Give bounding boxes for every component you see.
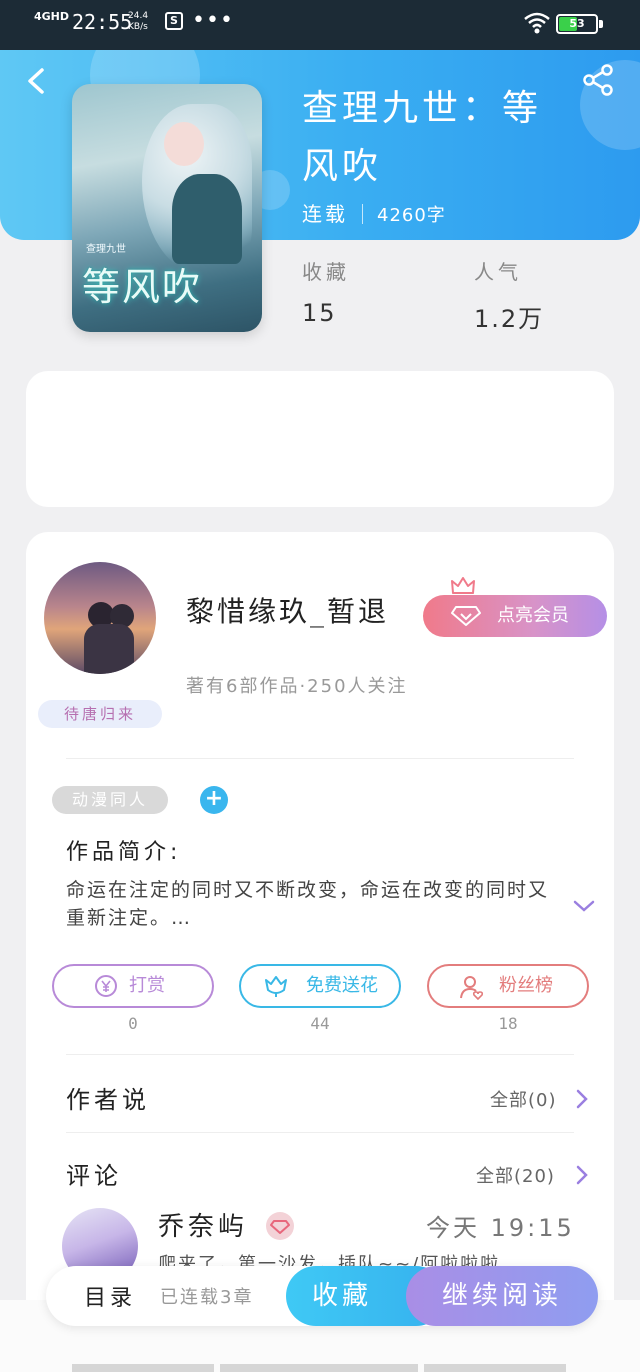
continue-reading-button[interactable]: 继续阅读 [406,1266,598,1326]
share-button[interactable] [580,62,616,98]
battery-level: 53 [569,17,585,30]
genre-tag[interactable]: 动漫同人 [52,786,168,814]
app-notification-icon: S [165,12,183,30]
cover-title: 等风吹 [82,265,203,309]
stat-value: 1.2万 [474,305,545,333]
stat-popularity: 人气 1.2万 [474,256,544,334]
back-button[interactable] [22,66,52,96]
reward-count: 0 [128,1014,138,1033]
send-flower-button[interactable]: 免费送花 [239,964,401,1008]
speed-unit: KB/s [128,22,148,32]
table-of-contents-button[interactable]: 目录 [84,1280,136,1312]
serial-status: 连载 [302,202,348,226]
reward-button-label: 打赏 [129,975,165,996]
divider [66,1054,574,1055]
stat-favorites: 收藏 15 [302,256,350,327]
divider [362,204,363,224]
intro-label: 作品简介: [66,840,182,865]
vip-button-label: 点亮会员 [497,605,569,626]
flower-icon [265,976,287,997]
fan-user-icon [460,976,484,1000]
send-flower-button-label: 免费送花 [306,975,378,996]
home-indicator [220,1364,418,1372]
home-indicator [72,1364,214,1372]
network-speed: 24.4 KB/s [128,11,156,33]
speed-value: 24.4 [128,11,149,21]
stat-label: 收藏 [302,260,350,284]
author-meta: 著有6部作品·250人关注 [186,676,408,697]
book-status-line: 连载 4260字 [302,198,446,227]
fan-count: 18 [498,1014,518,1033]
crown-icon [451,577,475,594]
chevron-down-icon[interactable] [572,898,596,914]
commenter-name[interactable]: 乔奈屿 [158,1206,248,1243]
avatar-figure [84,624,134,674]
diamond-icon [270,1220,290,1234]
stat-value: 15 [302,299,337,327]
vip-button[interactable]: 点亮会员 [423,595,607,637]
member-diamond-icon [266,1212,294,1240]
flower-count: 44 [310,1014,330,1033]
battery-icon: 53 [556,14,598,34]
book-cover[interactable]: 查理九世 等风吹 [72,84,262,332]
cover-art-face [164,122,204,166]
divider [66,758,574,759]
wifi-icon [524,12,550,34]
serialized-chapters: 已连载3章 [160,1287,254,1308]
chevron-right-icon[interactable] [574,1164,590,1186]
comment-time: 今天 19:15 [426,1214,575,1242]
diamond-icon [451,606,481,626]
yen-coin-icon [95,975,117,997]
battery-tip [599,20,603,28]
reward-button[interactable]: 打赏 [52,964,214,1008]
cover-series: 查理九世 [86,244,126,255]
more-notifications-icon: ••• [192,8,234,33]
fan-ranking-button-label: 粉丝榜 [499,975,553,996]
divider [66,1132,574,1133]
cover-art-dress [172,174,242,264]
stat-label: 人气 [474,260,522,284]
book-title: 查理九世：等风吹 [302,88,543,187]
comments-all-link[interactable]: 全部(20) [476,1162,555,1188]
intro-text[interactable]: 命运在注定的同时又不断改变，命运在改变的同时又重新注定。… [66,876,566,932]
avatar-badge: 待唐归来 [38,700,162,728]
author-name[interactable]: 黎惜缘玖_暂退 [186,590,389,630]
clock: 22:55 [72,10,133,34]
word-count: 4260字 [377,205,446,226]
home-indicator [424,1364,566,1372]
author-avatar[interactable] [44,562,156,674]
status-bar: 4GHD 22:55 24.4 KB/s S ••• 53 [0,0,640,50]
blank-card [26,371,614,507]
author-says-all-link[interactable]: 全部(0) [490,1086,557,1112]
fan-ranking-button[interactable]: 粉丝榜 [427,964,589,1008]
add-tag-button[interactable]: + [200,786,228,814]
network-indicator: 4GHD [34,10,70,23]
chevron-right-icon[interactable] [574,1088,590,1110]
author-says-title: 作者说 [66,1086,150,1114]
comments-title: 评论 [66,1162,122,1190]
